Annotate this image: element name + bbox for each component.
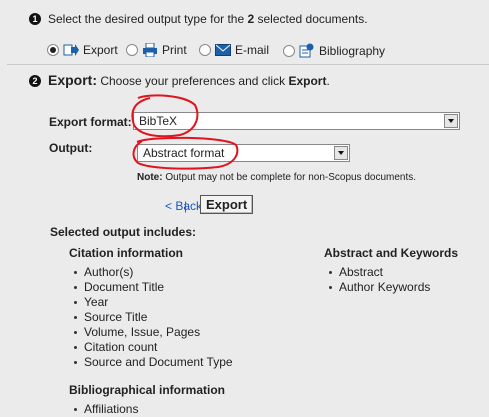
- printer-icon: [142, 43, 158, 57]
- biblio-list: Affiliations: [69, 402, 138, 417]
- step-2-number: 2: [29, 73, 41, 87]
- output-value: Abstract format: [143, 146, 225, 160]
- list-item: Year: [69, 295, 233, 310]
- radio-bibliography[interactable]: [283, 44, 295, 57]
- list-item: Source and Document Type: [69, 355, 233, 370]
- list-item: Document Title: [69, 280, 233, 295]
- output-type-print[interactable]: Print: [126, 43, 187, 57]
- output-type-email[interactable]: E-mail: [199, 43, 269, 57]
- export-button[interactable]: Export: [200, 195, 254, 214]
- envelope-icon: [215, 44, 231, 56]
- list-item: Author(s): [69, 265, 233, 280]
- bibliography-icon: [299, 43, 315, 58]
- output-label: Output:: [49, 141, 93, 155]
- biblio-heading: Bibliographical information: [69, 383, 226, 397]
- output-note: Note: Output may not be complete for non…: [137, 172, 417, 183]
- list-item: Author Keywords: [324, 280, 430, 295]
- list-item: Affiliations: [69, 402, 138, 417]
- export-format-value: BibTeX: [139, 114, 178, 128]
- output-type-bibliography[interactable]: Bibliography: [283, 43, 385, 58]
- output-select[interactable]: Abstract format: [137, 144, 350, 162]
- radio-export[interactable]: [47, 44, 59, 56]
- list-item: Source Title: [69, 310, 233, 325]
- abstract-heading: Abstract and Keywords: [324, 246, 459, 260]
- step-1-instruction: Select the desired output type for the 2…: [48, 12, 368, 26]
- list-item: Citation count: [69, 340, 233, 355]
- citation-heading: Citation information: [69, 246, 183, 260]
- chevron-down-icon[interactable]: [334, 146, 348, 160]
- separator: |: [184, 199, 188, 213]
- list-item: Volume, Issue, Pages: [69, 325, 233, 340]
- section-divider: [7, 64, 489, 65]
- chevron-down-icon[interactable]: [444, 114, 458, 128]
- step-1-number: 1: [29, 11, 41, 25]
- step-2-heading: Export: Choose your preferences and clic…: [48, 72, 330, 88]
- output-type-export[interactable]: Export: [47, 43, 118, 57]
- list-item: Abstract: [324, 265, 430, 280]
- radio-email[interactable]: [199, 44, 211, 56]
- export-format-label: Export format:: [49, 115, 132, 129]
- citation-list: Author(s) Document Title Year Source Tit…: [69, 265, 233, 370]
- radio-print[interactable]: [126, 44, 138, 56]
- export-icon: [63, 43, 79, 57]
- export-format-select[interactable]: BibTeX: [133, 112, 460, 130]
- includes-heading: Selected output includes:: [50, 225, 197, 239]
- abstract-list: Abstract Author Keywords: [324, 265, 430, 295]
